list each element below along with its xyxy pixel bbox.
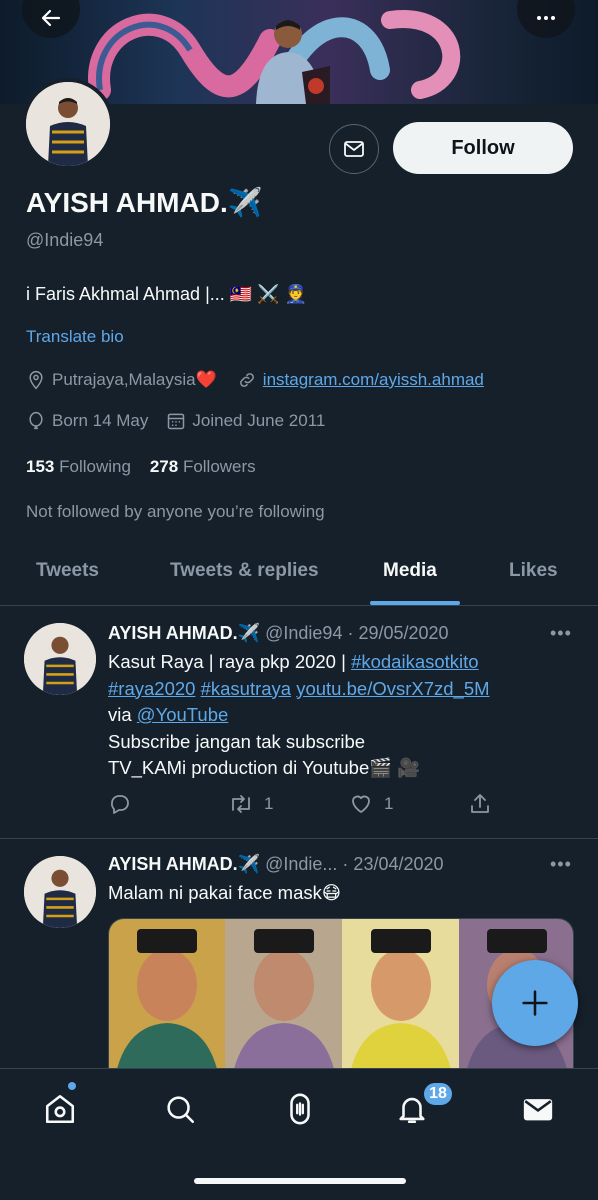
profile-bio: i Faris Akhmal Ahmad |... 🇲🇾 ⚔️ 👮 — [26, 284, 307, 304]
envelope-icon — [523, 1099, 553, 1121]
share-icon — [471, 794, 489, 813]
followers-count: 278 — [149, 457, 179, 476]
tweet-text-via: via — [108, 704, 137, 725]
profile-location: Putrajaya,Malaysia❤️ — [52, 370, 217, 389]
balloon-icon — [29, 411, 43, 430]
hashtag-link[interactable]: #kodaikasotkito — [351, 651, 479, 672]
tweet-text-line: Subscribe jangan tak subscribe — [108, 730, 366, 752]
tweet-header: AYISH AHMAD.✈️ @Indie94 · 29/05/2020 — [108, 623, 449, 644]
avatar-image — [26, 82, 110, 166]
location-pin-icon — [29, 370, 43, 390]
nav-search[interactable] — [160, 1089, 200, 1129]
more-dots-icon — [537, 16, 555, 20]
tab-media[interactable]: Media — [383, 560, 437, 582]
plus-icon — [522, 990, 548, 1016]
search-icon — [167, 1096, 195, 1124]
tweet-author-name[interactable]: AYISH AHMAD.✈️ — [108, 854, 260, 874]
calendar-icon — [168, 413, 185, 430]
tweet-more-button[interactable]: ••• — [550, 854, 572, 875]
profile-joined-date: Joined June 2011 — [192, 411, 326, 430]
tweet-text-line: TV_KAMi production di Youtube🎬 🎥 — [108, 757, 421, 778]
following-label: Following — [59, 457, 131, 476]
tab-tweets[interactable]: Tweets — [36, 560, 99, 582]
following-link[interactable]: 153 Following — [26, 457, 131, 476]
followers-link[interactable]: 278 Followers — [150, 457, 256, 476]
arrow-left-icon — [41, 9, 61, 27]
followers-label: Followers — [182, 457, 256, 476]
profile-birthday: Born 14 May — [52, 411, 149, 430]
profile-name: AYISH AHMAD.✈️ — [26, 187, 263, 218]
tweet-actions: 1 1 — [108, 792, 498, 822]
profile-avatar[interactable] — [22, 78, 114, 170]
reply-icon — [111, 795, 129, 814]
link-icon — [239, 373, 254, 387]
mention-link[interactable]: @YouTube — [137, 704, 228, 725]
not-followed-notice: Not followed by anyone you’re following — [26, 502, 325, 521]
profile-handle: @Indie94 — [26, 230, 104, 250]
like-count: 1 — [384, 794, 394, 813]
tab-tweets-and-replies[interactable]: Tweets & replies — [170, 560, 319, 582]
retweet-count: 1 — [264, 794, 274, 813]
tweet-more-button[interactable]: ••• — [550, 623, 572, 644]
url-link[interactable]: youtu.be/OvsrX7zd_5M — [296, 678, 489, 699]
tweet-avatar[interactable] — [24, 856, 96, 928]
tweet-avatar[interactable] — [24, 623, 96, 695]
hashtag-link[interactable]: #raya2020 — [108, 678, 195, 699]
tweet[interactable]: AYISH AHMAD.✈️ @Indie94 · 29/05/2020 •••… — [0, 607, 598, 839]
hashtag-link[interactable]: #kasutraya — [201, 678, 292, 699]
compose-tweet-button[interactable] — [492, 960, 578, 1046]
following-count: 153 — [26, 457, 55, 476]
tweet-text: Malam ni pakai face mask😷 — [108, 882, 342, 903]
tweet-header: AYISH AHMAD.✈️ @Indie... · 23/04/2020 — [108, 854, 444, 875]
nav-messages[interactable] — [518, 1089, 558, 1129]
follow-button[interactable]: Follow — [393, 122, 573, 174]
retweet-button[interactable]: 1 — [228, 792, 273, 816]
retweet-icon — [232, 795, 250, 813]
nav-spaces[interactable] — [280, 1089, 320, 1129]
profile-stats: 153 Following 278 Followers — [26, 457, 256, 477]
tweet-text: Kasut Raya | raya pkp 2020 | #kodaikasot… — [108, 649, 588, 782]
microphone-icon — [290, 1093, 310, 1125]
profile-tabs: Tweets Tweets & replies Media Likes — [0, 540, 598, 606]
profile-meta-row-2: Born 14 May Joined June 2011 — [26, 411, 325, 431]
avatar-image — [24, 856, 96, 928]
profile-website-link[interactable]: instagram.com/ayissh.ahmad — [263, 370, 484, 390]
home-indicator-bar[interactable] — [194, 1178, 406, 1184]
nav-home[interactable] — [40, 1089, 80, 1129]
like-button[interactable]: 1 — [348, 792, 393, 816]
tweet-handle-date: @Indie94 · 29/05/2020 — [265, 623, 449, 643]
share-button[interactable] — [468, 792, 492, 816]
envelope-icon — [344, 141, 364, 157]
message-button[interactable] — [329, 124, 379, 174]
avatar-image — [24, 623, 96, 695]
notifications-badge: 18 — [422, 1081, 454, 1107]
reply-button[interactable] — [108, 792, 132, 816]
tweet-handle-date: @Indie... · 23/04/2020 — [265, 854, 444, 874]
home-new-content-dot — [66, 1080, 78, 1092]
active-tab-indicator — [370, 601, 460, 605]
home-icon — [45, 1094, 75, 1124]
tweet-author-name[interactable]: AYISH AHMAD.✈️ — [108, 623, 260, 643]
banner-person-image — [256, 20, 330, 104]
translate-bio-link[interactable]: Translate bio — [26, 327, 124, 347]
tab-likes[interactable]: Likes — [509, 560, 558, 582]
heart-icon — [352, 795, 370, 813]
tweet-text-line: Kasut Raya | raya pkp 2020 | — [108, 651, 352, 672]
profile-meta-row-1: Putrajaya,Malaysia❤️ instagram.com/ayiss… — [26, 370, 484, 390]
